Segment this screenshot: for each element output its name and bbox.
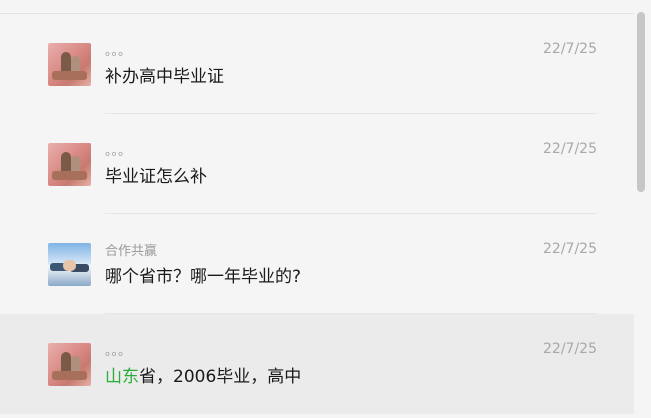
message-text: 补办高中毕业证	[105, 67, 224, 87]
message-date: 22/7/25	[543, 41, 597, 57]
message-date: 22/7/25	[543, 141, 597, 157]
message-date: 22/7/25	[543, 341, 597, 357]
message-item[interactable]: 合作共赢 22/7/25 哪个省市？哪一年毕业的?	[0, 214, 634, 314]
location-link[interactable]: 山东	[105, 367, 139, 387]
vertical-scrollbar[interactable]	[634, 0, 651, 418]
message-text: 山东省，2006毕业，高中	[105, 366, 301, 388]
message-text-rest: 省，2006毕业，高中	[139, 367, 302, 387]
message-list[interactable]: 。。。 22/7/25 补办高中毕业证 。。。 22/7/25 毕业证怎么补 合…	[0, 14, 634, 414]
message-date: 22/7/25	[543, 241, 597, 257]
message-item[interactable]: 。。。 22/7/25 补办高中毕业证	[0, 14, 634, 114]
chat-history-window: { "messages": [ { "avatar_icon": "user-p…	[0, 0, 651, 418]
message-text: 毕业证怎么补	[105, 167, 207, 187]
sender-name[interactable]: 。。。	[105, 144, 131, 160]
sender-name[interactable]: 。。。	[105, 44, 131, 60]
message-item-selected[interactable]: 。。。 22/7/25 山东省，2006毕业，高中	[0, 314, 634, 414]
user-photo-avatar-icon[interactable]	[48, 343, 91, 386]
handshake-avatar-icon[interactable]	[48, 243, 91, 286]
user-photo-avatar-icon[interactable]	[48, 143, 91, 186]
message-text: 哪个省市？哪一年毕业的?	[105, 267, 302, 287]
sender-name[interactable]: 。。。	[105, 344, 131, 360]
scrollbar-thumb[interactable]	[637, 12, 645, 192]
user-photo-avatar-icon[interactable]	[48, 43, 91, 86]
sender-name[interactable]: 合作共赢	[105, 244, 157, 260]
message-item[interactable]: 。。。 22/7/25 毕业证怎么补	[0, 114, 634, 214]
